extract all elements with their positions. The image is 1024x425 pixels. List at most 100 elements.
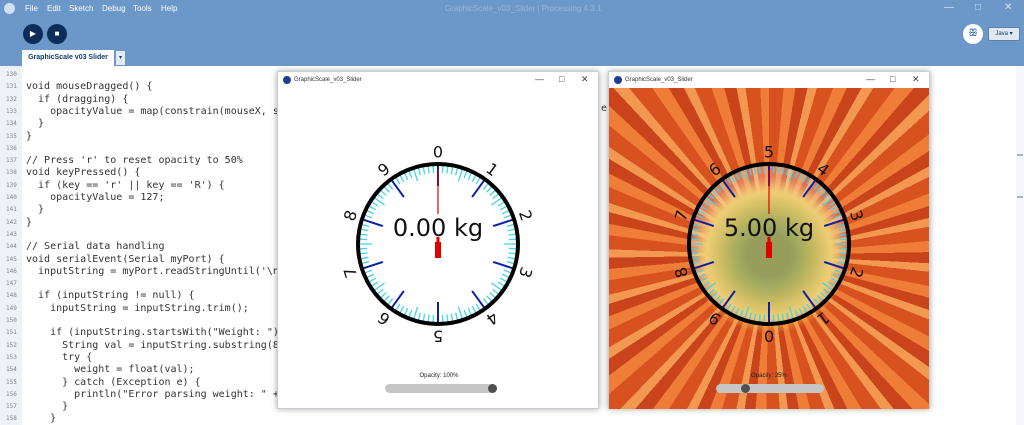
code-line[interactable]: 155 } catch (Exception e) { <box>0 377 290 390</box>
stop-button[interactable]: ■ <box>47 24 67 44</box>
code-text: if (dragging) { <box>26 93 129 105</box>
debugger-button[interactable]: ꕥ <box>963 24 983 44</box>
tab-row: GraphicScale v03 Slider ▾ <box>0 50 1024 66</box>
minimize-icon[interactable]: — <box>866 74 875 84</box>
code-line[interactable]: 150 <box>0 315 290 328</box>
menu-debug[interactable]: Debug <box>102 4 126 13</box>
menu-file[interactable]: File <box>25 4 38 13</box>
line-number: 136 <box>6 144 17 152</box>
line-number: 130 <box>6 71 17 78</box>
dial-number: 5 <box>764 143 774 162</box>
tab-sketch[interactable]: GraphicScale v03 Slider <box>22 50 114 66</box>
code-line[interactable]: 154 weight = float(val); <box>0 364 290 377</box>
code-line[interactable]: 158 } <box>0 413 290 425</box>
code-text: if (inputString != null) { <box>26 290 195 302</box>
minimize-icon[interactable]: — <box>535 74 544 84</box>
code-line[interactable]: 144 // Serial data handling <box>0 241 290 254</box>
code-text: void keyPressed() { <box>26 167 141 179</box>
slider-handle[interactable] <box>741 384 750 393</box>
minimize-icon[interactable]: — <box>944 2 954 13</box>
code-line[interactable]: 146 inputString = myPort.readStringUntil… <box>0 266 290 279</box>
line-number: 143 <box>6 230 17 238</box>
sketch-window-2[interactable]: GraphicScale_v03_Slider — □ ✕ 5432109876… <box>608 71 930 409</box>
close-icon[interactable]: ✕ <box>1004 2 1012 13</box>
code-line[interactable]: 156 println("Error parsing weight: " + <box>0 389 290 402</box>
toolbar: ▶ ■ ꕥ Java ▾ <box>0 17 1024 50</box>
line-number: 155 <box>6 378 17 386</box>
slider-handle[interactable] <box>488 384 497 393</box>
line-number: 145 <box>6 255 17 263</box>
code-line[interactable]: 142} <box>0 217 290 230</box>
butterfly-icon: ꕥ <box>968 28 978 39</box>
minor-tick <box>763 165 766 174</box>
opacity-label: Opacity: 25% <box>751 373 787 379</box>
code-text: inputString = inputString.trim(); <box>26 302 249 314</box>
code-text: opacityValue = map(constrain(mouseX, sl <box>26 105 285 117</box>
line-number: 134 <box>6 120 17 128</box>
code-line[interactable]: 148 if (inputString != null) { <box>0 290 290 303</box>
sketch-window-titlebar[interactable]: GraphicScale_v03_Slider — □ ✕ <box>278 72 598 88</box>
code-text: } <box>26 401 69 413</box>
code-line[interactable]: 132 if (dragging) { <box>0 94 290 107</box>
sketch-canvas[interactable]: 0 1 2 3 4 5 6 7 8 9 0.00 kg Opacity: 100% <box>278 88 598 409</box>
line-number: 147 <box>6 280 17 288</box>
code-text: // Press 'r' to reset opacity to 50% <box>26 155 243 167</box>
code-text: void mouseDragged() { <box>26 81 153 93</box>
opacity-slider[interactable] <box>385 384 497 393</box>
minor-tick <box>432 165 435 174</box>
code-line[interactable]: 137 // Press 'r' to reset opacity to 50% <box>0 155 290 168</box>
line-number: 138 <box>6 169 17 177</box>
sketch-window-titlebar[interactable]: GraphicScale_v03_Slider — □ ✕ <box>609 72 929 88</box>
scale-gauge: 54321098765.00 kg <box>671 143 867 346</box>
sketch-app-icon <box>614 76 622 84</box>
tab-menu-button[interactable]: ▾ <box>116 51 125 65</box>
menu-tools[interactable]: Tools <box>133 4 152 13</box>
opacity-slider[interactable] <box>716 384 824 393</box>
close-icon[interactable]: ✕ <box>581 74 589 85</box>
line-number: 132 <box>6 95 17 103</box>
editor-scrollbar[interactable] <box>1016 66 1024 425</box>
minor-tick <box>772 165 775 174</box>
sketch-window-title: GraphicScale_v03_Slider <box>294 77 362 83</box>
dial-number: 3 <box>846 208 867 224</box>
code-line[interactable]: 147 <box>0 278 290 291</box>
minor-tick <box>508 247 517 250</box>
dial-number: 7 <box>671 208 692 224</box>
code-line[interactable]: 135} <box>0 131 290 144</box>
maximize-icon[interactable]: □ <box>975 2 981 13</box>
code-line[interactable]: 145 void serialEvent(Serial myPort) { <box>0 254 290 267</box>
code-line[interactable]: 151 if (inputString.startsWith("Weight: … <box>0 327 290 340</box>
code-line[interactable]: 140 opacityValue = 127; <box>0 192 290 205</box>
menu-help[interactable]: Help <box>161 4 177 13</box>
menu-edit[interactable]: Edit <box>47 4 61 13</box>
minor-tick <box>359 247 368 250</box>
code-line[interactable]: 149 inputString = inputString.trim(); <box>0 303 290 316</box>
minor-tick <box>690 247 699 250</box>
sketch-canvas[interactable]: 5 4 3 2 1 0 9 8 7 6 5.00 kg Opacity: 25% <box>609 88 929 409</box>
line-number: 142 <box>6 218 17 226</box>
menu-bar: File Edit Sketch Debug Tools Help Graphi… <box>0 0 1024 17</box>
code-line[interactable]: 141 } <box>0 204 290 217</box>
run-button[interactable]: ▶ <box>23 24 43 44</box>
code-line[interactable]: 130 <box>0 69 290 82</box>
code-line[interactable]: 131 void mouseDragged() { <box>0 81 290 94</box>
code-line[interactable]: 139 if (key == 'r' || key == 'R') { <box>0 180 290 193</box>
code-line[interactable]: 133 opacityValue = map(constrain(mouseX,… <box>0 106 290 119</box>
code-line[interactable]: 153 try { <box>0 352 290 365</box>
code-line[interactable]: 134 } <box>0 118 290 131</box>
code-line[interactable]: 157 } <box>0 401 290 414</box>
mode-select[interactable]: Java ▾ <box>988 27 1020 41</box>
maximize-icon[interactable]: □ <box>559 74 564 84</box>
code-text: } <box>26 216 33 228</box>
code-line[interactable]: 138 void keyPressed() { <box>0 167 290 180</box>
code-line[interactable]: 136 <box>0 143 290 156</box>
maximize-icon[interactable]: □ <box>890 74 895 84</box>
line-number: 148 <box>6 292 17 300</box>
sketch-app-icon <box>283 76 291 84</box>
close-icon[interactable]: ✕ <box>912 74 920 85</box>
code-line[interactable]: 152 String val = inputString.substring(8… <box>0 340 290 353</box>
sketch-window-1[interactable]: GraphicScale_v03_Slider — □ ✕ 0123456789… <box>277 71 599 409</box>
minor-tick <box>690 238 699 241</box>
menu-sketch[interactable]: Sketch <box>69 4 93 13</box>
code-line[interactable]: 143 <box>0 229 290 242</box>
